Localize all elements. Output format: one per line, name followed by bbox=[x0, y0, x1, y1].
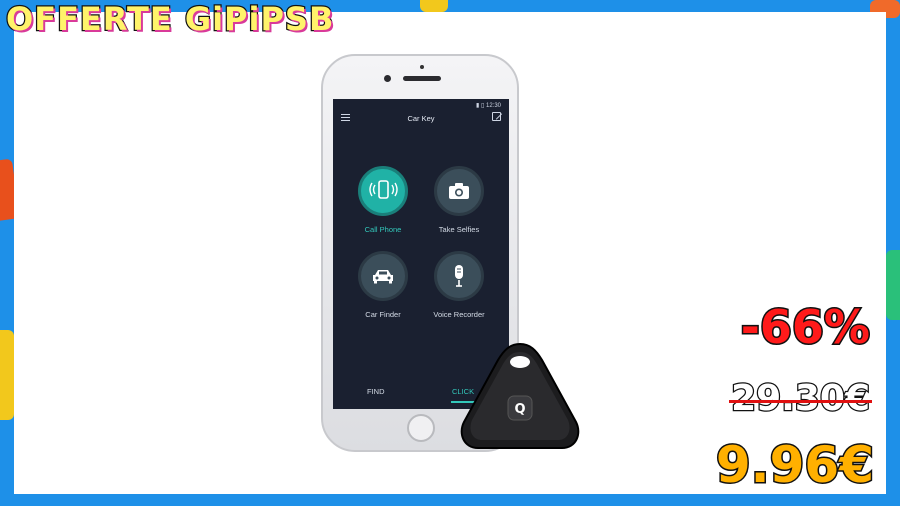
signal-icon: ▮ ▯ bbox=[476, 103, 485, 109]
tile-take-selfies[interactable]: Take Selfies bbox=[419, 166, 499, 234]
phone-speaker bbox=[403, 76, 441, 81]
discount-badge: -66% bbox=[739, 299, 871, 356]
tile-voice-recorder[interactable]: Voice Recorder bbox=[419, 251, 499, 319]
status-time: 12:30 bbox=[485, 103, 501, 109]
tile-label: Voice Recorder bbox=[433, 310, 485, 319]
nav-title: Car Key bbox=[407, 114, 435, 123]
phone-ring-icon bbox=[358, 166, 408, 216]
microphone-icon bbox=[434, 251, 484, 301]
brand-title: OFFERTE GiPiPSB bbox=[5, 0, 335, 39]
tile-label: Take Selfies bbox=[438, 225, 480, 234]
status-bar: ▮ ▯ 12:30 bbox=[476, 102, 501, 109]
tile-call-phone[interactable]: Call Phone bbox=[343, 166, 423, 234]
strikethrough-line bbox=[729, 400, 872, 403]
app-navbar: Car Key bbox=[333, 111, 509, 127]
old-price: 29.30€ bbox=[729, 377, 872, 421]
tab-find[interactable]: FIND bbox=[367, 387, 385, 396]
old-price-value: 29.30€ bbox=[730, 377, 871, 421]
decor-blob bbox=[0, 330, 14, 420]
car-icon bbox=[358, 251, 408, 301]
new-price: 9.96€ bbox=[714, 435, 875, 496]
svg-text:Q: Q bbox=[514, 402, 525, 417]
decor-blob bbox=[420, 0, 448, 12]
tile-label: Car Finder bbox=[365, 310, 401, 319]
edit-icon[interactable] bbox=[492, 112, 501, 121]
home-button bbox=[407, 414, 435, 442]
tile-label: Call Phone bbox=[364, 225, 402, 234]
camera-icon bbox=[434, 166, 484, 216]
tile-car-finder[interactable]: Car Finder bbox=[343, 251, 423, 319]
phone-sensor bbox=[420, 65, 424, 69]
front-camera bbox=[384, 75, 391, 82]
tracker-device-icon: Q bbox=[460, 342, 580, 449]
decor-blob bbox=[886, 250, 900, 320]
